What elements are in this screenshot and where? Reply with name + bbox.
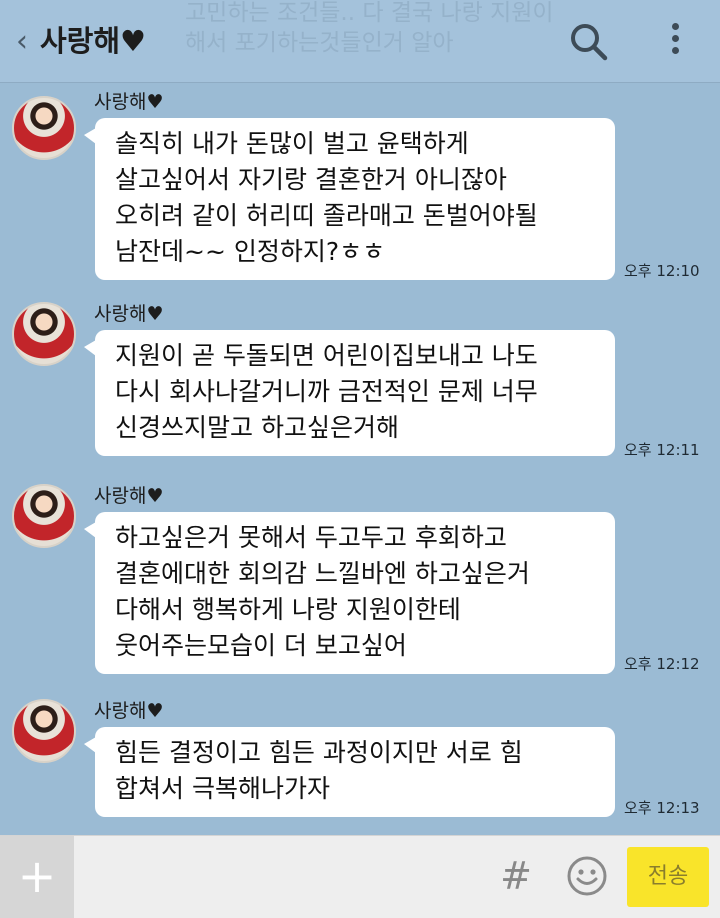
message-line: 합쳐서 극복해나가자 (115, 774, 330, 803)
hashtag-button[interactable]: # (498, 854, 534, 898)
message-time: 오후 12:13 (624, 799, 700, 817)
message-line: 신경쓰지말고 하고싶은거해 (115, 413, 399, 442)
chat-header: 고민하는 조건들.. 다 결국 나랑 지원이 해서 포기하는것들인거 알아 ‹ … (0, 0, 720, 83)
message-line: 결혼에대한 회의감 느낄바엔 하고싶은거 (115, 559, 530, 588)
sender-name: 사랑해♥ (94, 91, 164, 113)
message-line: 다해서 행복하게 나랑 지원이한테 (115, 595, 461, 624)
avatar[interactable] (12, 699, 76, 763)
avatar[interactable] (12, 96, 76, 160)
message-bubble[interactable]: 솔직히 내가 돈많이 벌고 윤택하게 살고싶어서 자기랑 결혼한거 아니잖아 오… (84, 118, 615, 280)
message-time: 오후 12:10 (624, 262, 700, 280)
ghost-line-2: 해서 포기하는것들인거 알아 (185, 30, 454, 56)
message-line: 힘든 결정이고 힘든 과정이지만 서로 힘 (115, 738, 523, 767)
message-bubble[interactable]: 하고싶은거 못해서 두고두고 후회하고 결혼에대한 회의감 느낄바엔 하고싶은거… (84, 512, 615, 674)
avatar[interactable] (12, 302, 76, 366)
message-line: 하고싶은거 못해서 두고두고 후회하고 (115, 523, 507, 552)
message-bubble[interactable]: 힘든 결정이고 힘든 과정이지만 서로 힘 합쳐서 극복해나가자 (84, 727, 615, 817)
message-line: 남잔데~~ 인정하지?ㅎㅎ (115, 237, 386, 266)
composer-bar: + # 전송 (0, 835, 720, 918)
message-line: 솔직히 내가 돈많이 벌고 윤택하게 (115, 129, 469, 158)
sender-name: 사랑해♥ (94, 303, 164, 325)
message-time: 오후 12:11 (624, 441, 700, 459)
message-line: 다시 회사나갈거니까 금전적인 문제 너무 (115, 377, 538, 406)
ghost-line-1: 고민하는 조건들.. 다 결국 나랑 지원이 (185, 0, 554, 26)
message-bubble[interactable]: 지원이 곧 두돌되면 어린이집보내고 나도 다시 회사나갈거니까 금전적인 문제… (84, 330, 615, 456)
sender-name: 사랑해♥ (94, 700, 164, 722)
avatar[interactable] (12, 484, 76, 548)
search-icon[interactable] (567, 20, 611, 64)
message-line: 웃어주는모습이 더 보고싶어 (115, 631, 407, 660)
attach-plus-button[interactable]: + (0, 836, 74, 918)
message-input[interactable] (80, 844, 490, 910)
back-chevron-icon[interactable]: ‹ (8, 22, 36, 62)
message-line: 살고싶어서 자기랑 결혼한거 아니잖아 (115, 165, 507, 194)
chat-title: 사랑해♥ (40, 24, 147, 58)
message-line: 오히려 같이 허리띠 졸라매고 돈벌어야될 (115, 201, 538, 230)
message-line: 지원이 곧 두돌되면 어린이집보내고 나도 (115, 341, 538, 370)
send-button[interactable]: 전송 (627, 847, 709, 907)
message-time: 오후 12:12 (624, 655, 700, 673)
smile-icon[interactable] (565, 854, 609, 898)
more-vertical-icon[interactable] (660, 18, 690, 64)
ghost-notification-text: 고민하는 조건들.. 다 결국 나랑 지원이 해서 포기하는것들인거 알아 (185, 0, 605, 58)
sender-name: 사랑해♥ (94, 485, 164, 507)
